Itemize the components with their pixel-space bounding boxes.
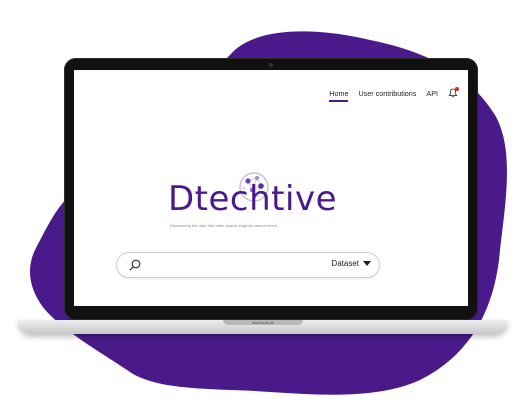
notification-dot (455, 87, 459, 91)
caret-down-icon (363, 261, 371, 266)
search-input[interactable] (147, 257, 301, 275)
laptop-screen: Home User contributions API Dtechtive Di… (74, 70, 468, 306)
laptop: Home User contributions API Dtechtive Di… (18, 56, 508, 346)
nav-home[interactable]: Home (329, 89, 349, 102)
dataset-dropdown[interactable]: Dataset (331, 259, 371, 268)
dtechtive-logo: Dtechtive Discovering the data that othe… (168, 167, 343, 237)
search-icon[interactable] (129, 259, 141, 271)
laptop-bezel: Home User contributions API Dtechtive Di… (64, 58, 478, 320)
webcam (269, 63, 273, 67)
device-label: MacBook Air (251, 320, 275, 325)
laptop-base: MacBook Air (18, 320, 508, 334)
logo-wordmark: Dtechtive (168, 179, 337, 219)
search-bar: Dataset (116, 252, 380, 278)
nav-user-contributions[interactable]: User contributions (358, 89, 416, 98)
dataset-dropdown-label: Dataset (331, 259, 359, 268)
top-nav: Home User contributions API (329, 87, 459, 102)
bell-icon[interactable] (448, 87, 459, 98)
nav-api[interactable]: API (426, 89, 438, 98)
logo-tagline: Discovering the data that other search e… (170, 223, 279, 228)
